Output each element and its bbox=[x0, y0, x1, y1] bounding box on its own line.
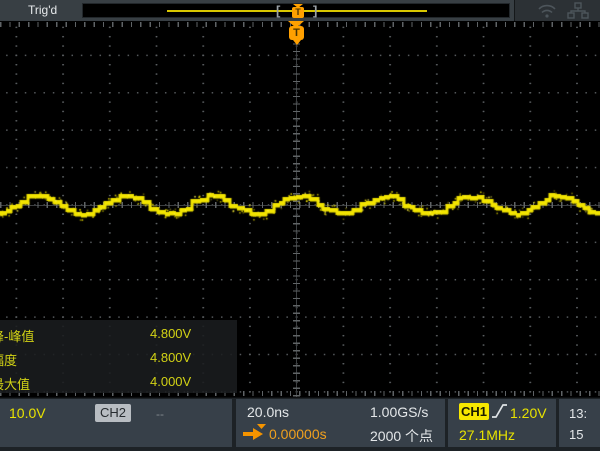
measurement-label: 幅度 bbox=[0, 350, 17, 369]
horizontal-scale-readout: 20.0ns bbox=[247, 404, 289, 420]
measurement-row-peak-to-peak: 峰-峰值 4.800V bbox=[0, 326, 237, 346]
record-trigger-marker-badge: T bbox=[292, 7, 304, 18]
record-length-readout: 2000 个点 bbox=[370, 426, 433, 446]
clock-date: 15 bbox=[569, 427, 583, 442]
rising-edge-slope-icon bbox=[491, 402, 508, 420]
horizontal-position-readout: 0.00000s bbox=[269, 426, 327, 442]
record-trigger-marker[interactable]: T bbox=[292, 4, 305, 19]
horizontal-position-arrow-icon bbox=[243, 424, 267, 441]
sample-rate-readout: 1.00GS/s bbox=[370, 404, 428, 420]
trigger-position-marker-tip bbox=[293, 40, 301, 45]
measurement-row-amplitude: 幅度 4.800V bbox=[0, 350, 237, 370]
measurement-value: 4.800V bbox=[150, 326, 191, 341]
top-bar: Trig'd [ ] T bbox=[0, 0, 600, 22]
record-position-bar[interactable]: [ ] T bbox=[82, 3, 510, 18]
measurement-value: 4.000V bbox=[150, 374, 191, 389]
window-bracket-left[interactable]: [ bbox=[276, 4, 280, 19]
clock-section: 13: 15 bbox=[559, 399, 600, 447]
wifi-icon bbox=[537, 2, 557, 19]
measurement-row-maximum: 最大值 4.000V bbox=[0, 374, 237, 394]
measurement-label: 最大值 bbox=[0, 374, 30, 393]
ch2-badge[interactable]: CH2 bbox=[95, 404, 131, 422]
trigger-frequency-readout: 27.1MHz bbox=[459, 427, 515, 443]
clock-time: 13: bbox=[569, 406, 587, 421]
measurement-label: 峰-峰值 bbox=[0, 326, 34, 345]
trigger-readout-section: CH1 1.20V 27.1MHz bbox=[448, 399, 556, 447]
trigger-status-label: Trig'd bbox=[28, 0, 57, 21]
trigger-position-marker-badge: T bbox=[289, 26, 304, 40]
lan-icon bbox=[567, 2, 589, 19]
horizontal-readout-section: 20.0ns 0.00000s 1.00GS/s 2000 个点 bbox=[236, 399, 445, 447]
top-bar-right-panel bbox=[514, 0, 600, 21]
trigger-position-marker[interactable]: T bbox=[288, 21, 305, 47]
ch2-scale-readout: -- bbox=[156, 407, 164, 421]
window-bracket-right[interactable]: ] bbox=[313, 4, 317, 19]
channel-readout-section: 10.0V CH2 -- bbox=[0, 399, 232, 447]
ch1-scale-readout: 10.0V bbox=[9, 405, 46, 421]
measurement-panel: 峰-峰值 4.800V 幅度 4.800V 最大值 4.000V bbox=[0, 320, 237, 393]
trigger-level-readout: 1.20V bbox=[510, 405, 547, 421]
status-bar: 10.0V CH2 -- 20.0ns 0.00000s 1.00GS/s 20… bbox=[0, 397, 600, 451]
trigger-source-badge[interactable]: CH1 bbox=[459, 403, 489, 420]
measurement-value: 4.800V bbox=[150, 350, 191, 365]
